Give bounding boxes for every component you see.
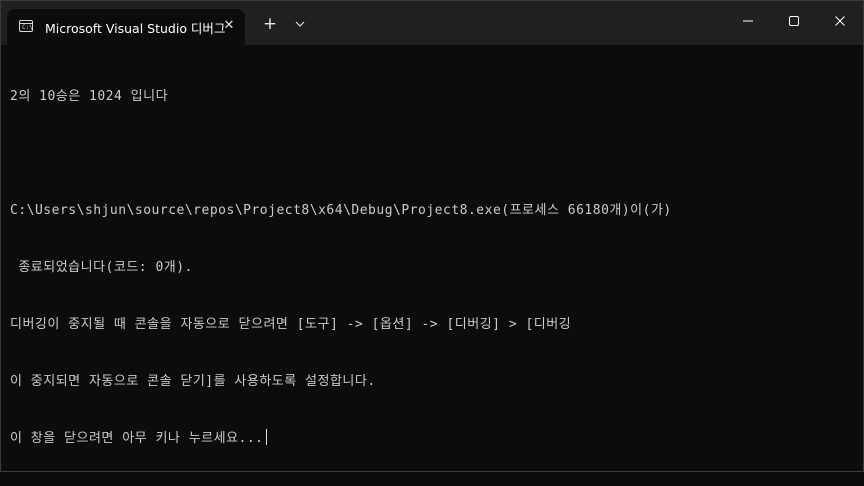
console-line: 이 중지되면 자동으로 콘솔 닫기]를 사용하도록 설정합니다. xyxy=(10,374,376,389)
console-line: C:\Users\shjun\source\repos\Project8\x64… xyxy=(10,203,672,218)
console-app-icon-text: C:\ xyxy=(22,24,33,31)
terminal-window: C:\ Microsoft Visual Studio 디버그 ✕ + 2의 1… xyxy=(0,0,864,472)
minimize-button[interactable] xyxy=(725,1,771,41)
console-line: 2의 10승은 1024 입니다 xyxy=(10,89,169,104)
new-tab-button[interactable]: + xyxy=(259,13,281,35)
minimize-icon xyxy=(743,20,753,22)
console-output[interactable]: 2의 10승은 1024 입니다 C:\Users\shjun\source\r… xyxy=(10,49,855,486)
close-icon xyxy=(835,16,845,26)
maximize-button[interactable] xyxy=(771,1,817,41)
tab-visual-studio-debug[interactable]: C:\ Microsoft Visual Studio 디버그 ✕ xyxy=(7,9,245,45)
close-tab-icon[interactable]: ✕ xyxy=(219,16,239,36)
maximize-icon xyxy=(789,16,799,26)
chevron-down-icon[interactable] xyxy=(289,13,311,35)
title-bar[interactable]: C:\ Microsoft Visual Studio 디버그 ✕ + xyxy=(1,1,863,45)
console-app-icon: C:\ xyxy=(19,20,33,32)
console-prompt-text: 이 창을 닫으려면 아무 키나 누르세요... xyxy=(10,431,264,446)
console-line: 종료되었습니다(코드: 0개). xyxy=(10,260,193,275)
text-cursor xyxy=(265,429,267,445)
tab-title: Microsoft Visual Studio 디버그 xyxy=(45,21,226,36)
console-line: 디버깅이 중지될 때 콘솔을 자동으로 닫으려면 [도구] -> [옵션] ->… xyxy=(10,317,572,332)
close-window-button[interactable] xyxy=(817,1,863,41)
console-last-line: 이 창을 닫으려면 아무 키나 누르세요... xyxy=(10,429,855,448)
